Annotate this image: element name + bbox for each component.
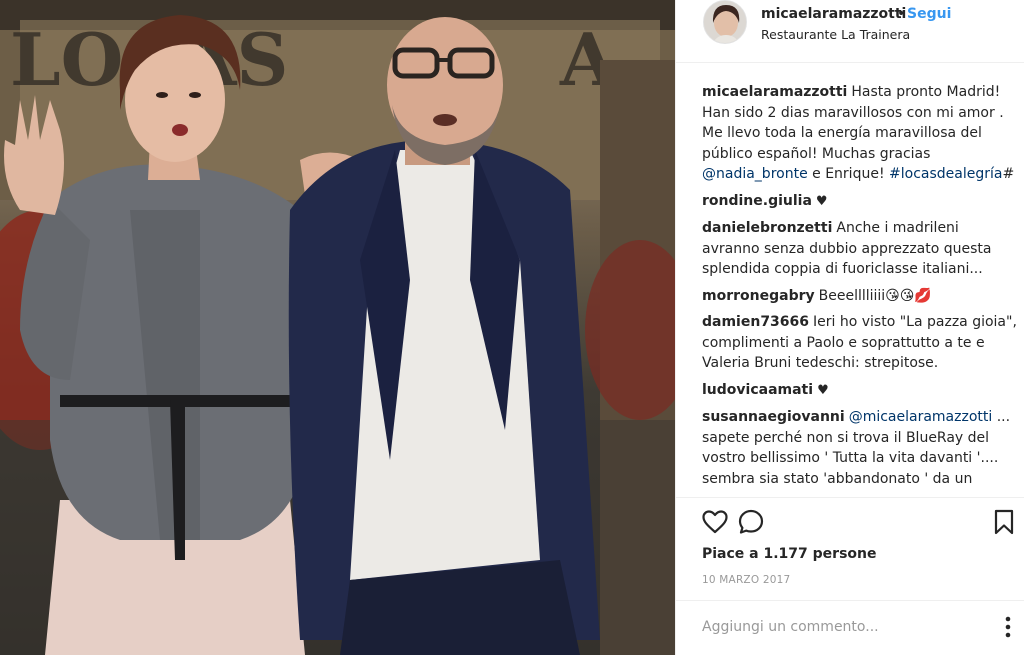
more-dots-icon: [1005, 616, 1011, 638]
comment-item: danielebronzetti Anche i madrileni avrann…: [702, 218, 1017, 280]
action-bar: [702, 507, 1022, 539]
comment-username[interactable]: damien73666: [702, 314, 809, 330]
post-date[interactable]: 10 MARZO 2017: [702, 574, 790, 586]
caption-text-3: #: [1002, 166, 1015, 182]
header-username[interactable]: micaelaramazzotti: [761, 6, 906, 22]
location-link[interactable]: Restaurante La Trainera: [761, 27, 910, 42]
more-options-button[interactable]: [996, 615, 1020, 639]
comment-item: ludovicaamati ♥: [702, 380, 1017, 402]
follow-button[interactable]: Segui: [907, 6, 951, 22]
add-comment-input[interactable]: [702, 612, 982, 642]
caption-mention[interactable]: @nadia_bronte: [702, 166, 808, 182]
comment-text: Beeelllliiii😘😘💋: [818, 287, 932, 304]
avatar-image: [704, 1, 746, 43]
comment-username[interactable]: danielebronzetti: [702, 220, 832, 236]
comment-username[interactable]: rondine.giulia: [702, 193, 812, 209]
comment-item: damien73666 Ieri ho visto "La pazza gioia…: [702, 312, 1017, 374]
comment-item: rondine.giulia ♥: [702, 191, 1017, 213]
speech-bubble-icon: [738, 509, 764, 534]
caption-text-2: e Enrique!: [807, 166, 890, 182]
comment-username[interactable]: susannaegiovanni: [702, 409, 845, 425]
post-details-panel: micaelaramazzotti • Segui Restaurante La…: [675, 0, 1024, 655]
save-button[interactable]: [989, 507, 1019, 537]
comment-text: ♥: [815, 193, 828, 209]
comment-mention[interactable]: @micaelaramazzotti: [849, 409, 993, 425]
divider: [676, 600, 1024, 601]
caption-hashtag[interactable]: #locasdealegría: [889, 166, 1002, 182]
comments-list[interactable]: micaelaramazzotti Hasta pronto Madrid! Ha…: [702, 82, 1017, 494]
caption-username[interactable]: micaelaramazzotti: [702, 84, 847, 100]
post-header: micaelaramazzotti • Segui Restaurante La…: [676, 0, 1024, 63]
likes-number: 1.177 persone: [763, 546, 877, 562]
heart-outline-icon: [702, 510, 728, 534]
bookmark-icon: [994, 509, 1014, 535]
comment-text: ♥: [817, 382, 829, 398]
post-photo[interactable]: LOCAS A: [0, 0, 675, 655]
header-separator: •: [897, 6, 906, 22]
comment-username[interactable]: ludovicaamati: [702, 382, 813, 398]
post-photo-illustration: LOCAS A: [0, 0, 675, 655]
comment-button[interactable]: [736, 507, 766, 537]
likes-prefix: Piace a: [702, 546, 764, 562]
comment-item: morronegabry Beeelllliiii😘😘💋: [702, 286, 1017, 307]
comment-username[interactable]: morronegabry: [702, 288, 815, 304]
caption: micaelaramazzotti Hasta pronto Madrid! Ha…: [702, 82, 1017, 185]
divider: [676, 497, 1024, 498]
comment-item: susannaegiovanni @micaelaramazzotti ... s…: [702, 407, 1017, 489]
likes-count[interactable]: Piace a 1.177 persone: [702, 546, 877, 562]
avatar[interactable]: [703, 0, 747, 44]
like-button[interactable]: [700, 507, 730, 537]
